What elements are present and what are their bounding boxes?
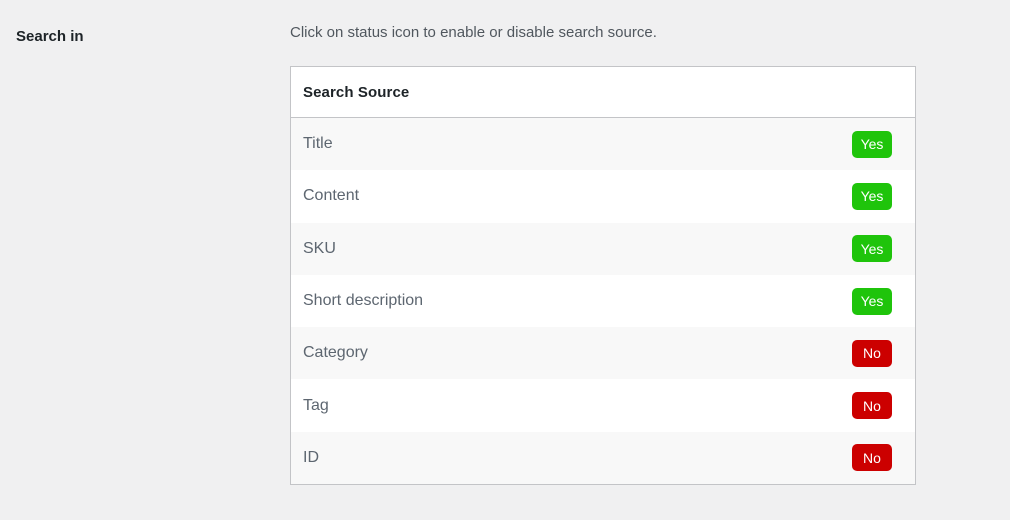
- field-body: Click on status icon to enable or disabl…: [290, 0, 990, 486]
- search-source-name: SKU: [303, 239, 336, 257]
- status-toggle-badge[interactable]: Yes: [852, 235, 892, 263]
- field-label-search-in: Search in: [16, 28, 84, 45]
- status-toggle-badge[interactable]: No: [852, 444, 892, 472]
- table-row: Content Yes: [291, 170, 915, 223]
- search-source-name: Tag: [303, 396, 329, 414]
- help-text: Click on status icon to enable or disabl…: [290, 24, 657, 41]
- settings-field-row: Search in Click on status icon to enable…: [0, 0, 1010, 520]
- column-header-search-source: Search Source: [303, 83, 410, 101]
- table-row: Category No: [291, 327, 915, 380]
- search-source-name: ID: [303, 448, 319, 466]
- search-source-name: Short description: [303, 292, 424, 310]
- status-toggle-badge[interactable]: Yes: [852, 287, 892, 315]
- table-row: Title Yes: [291, 118, 915, 171]
- status-toggle-badge[interactable]: No: [852, 392, 892, 420]
- table-row: SKU Yes: [291, 222, 915, 275]
- table-body: Title Yes Content Yes SKU Yes Short descriptio…: [291, 118, 915, 485]
- status-toggle-badge[interactable]: Yes: [852, 130, 892, 158]
- table-row: Short description Yes: [291, 274, 915, 328]
- table-row: Tag No: [291, 379, 915, 432]
- status-toggle-badge[interactable]: No: [852, 339, 892, 367]
- search-source-table: Search Source Title Yes Content Yes SKU Yes Sh…: [290, 66, 916, 486]
- search-source-name: Content: [303, 187, 360, 205]
- status-toggle-badge[interactable]: Yes: [852, 182, 892, 210]
- table-row: ID No: [291, 431, 915, 485]
- table-header-row: Search Source: [291, 67, 915, 118]
- search-source-name: Category: [303, 344, 368, 362]
- search-source-name: Title: [303, 135, 333, 153]
